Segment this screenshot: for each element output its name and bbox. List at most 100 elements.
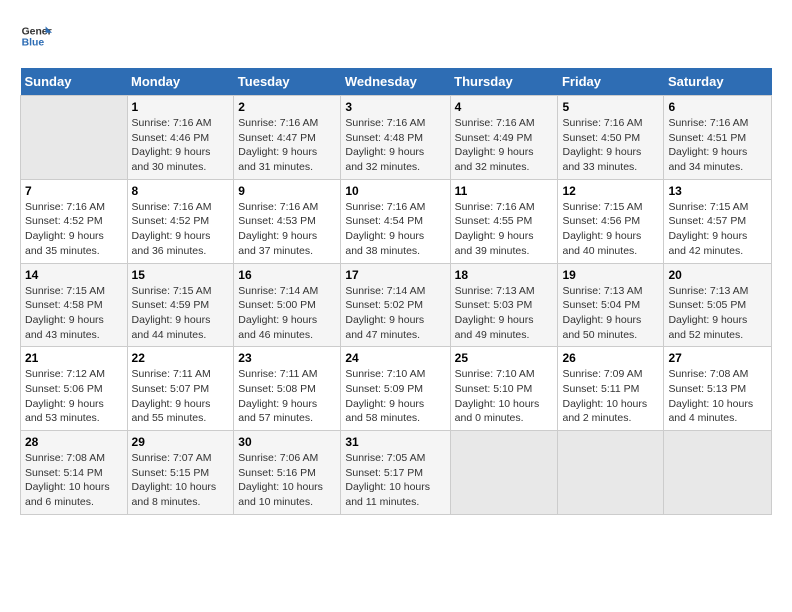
calendar-cell: 22 Sunrise: 7:11 AM Sunset: 5:07 PM Dayli… <box>127 347 234 431</box>
day-info: Sunrise: 7:12 AM Sunset: 5:06 PM Dayligh… <box>25 367 123 426</box>
svg-text:Blue: Blue <box>22 38 45 49</box>
calendar-cell <box>558 431 664 515</box>
day-number: 23 <box>238 351 336 365</box>
calendar-cell: 10 Sunrise: 7:16 AM Sunset: 4:54 PM Dayli… <box>341 179 450 263</box>
calendar-cell: 25 Sunrise: 7:10 AM Sunset: 5:10 PM Dayli… <box>450 347 558 431</box>
day-info: Sunrise: 7:16 AM Sunset: 4:46 PM Dayligh… <box>132 116 230 175</box>
calendar-cell: 28 Sunrise: 7:08 AM Sunset: 5:14 PM Dayli… <box>21 431 128 515</box>
calendar-week-row: 1 Sunrise: 7:16 AM Sunset: 4:46 PM Daylig… <box>21 96 772 180</box>
calendar-cell: 23 Sunrise: 7:11 AM Sunset: 5:08 PM Dayli… <box>234 347 341 431</box>
day-info: Sunrise: 7:08 AM Sunset: 5:14 PM Dayligh… <box>25 451 123 510</box>
calendar-week-row: 7 Sunrise: 7:16 AM Sunset: 4:52 PM Daylig… <box>21 179 772 263</box>
day-info: Sunrise: 7:08 AM Sunset: 5:13 PM Dayligh… <box>668 367 767 426</box>
calendar-cell: 7 Sunrise: 7:16 AM Sunset: 4:52 PM Daylig… <box>21 179 128 263</box>
day-info: Sunrise: 7:13 AM Sunset: 5:03 PM Dayligh… <box>455 284 554 343</box>
day-number: 14 <box>25 268 123 282</box>
day-info: Sunrise: 7:16 AM Sunset: 4:51 PM Dayligh… <box>668 116 767 175</box>
day-number: 19 <box>562 268 659 282</box>
calendar-cell: 17 Sunrise: 7:14 AM Sunset: 5:02 PM Dayli… <box>341 263 450 347</box>
day-number: 9 <box>238 184 336 198</box>
day-info: Sunrise: 7:15 AM Sunset: 4:59 PM Dayligh… <box>132 284 230 343</box>
calendar-cell: 19 Sunrise: 7:13 AM Sunset: 5:04 PM Dayli… <box>558 263 664 347</box>
calendar-cell: 5Sunrise: 7:16 AM Sunset: 4:50 PM Daylig… <box>558 96 664 180</box>
day-info: Sunrise: 7:15 AM Sunset: 4:57 PM Dayligh… <box>668 200 767 259</box>
day-number: 27 <box>668 351 767 365</box>
day-info: Sunrise: 7:16 AM Sunset: 4:49 PM Dayligh… <box>455 116 554 175</box>
day-info: Sunrise: 7:14 AM Sunset: 5:02 PM Dayligh… <box>345 284 445 343</box>
day-info: Sunrise: 7:16 AM Sunset: 4:55 PM Dayligh… <box>455 200 554 259</box>
calendar-cell: 30Sunrise: 7:06 AM Sunset: 5:16 PM Dayli… <box>234 431 341 515</box>
day-info: Sunrise: 7:16 AM Sunset: 4:53 PM Dayligh… <box>238 200 336 259</box>
day-number: 1 <box>132 100 230 114</box>
day-number: 2 <box>238 100 336 114</box>
day-number: 29 <box>132 435 230 449</box>
header-tuesday: Tuesday <box>234 68 341 96</box>
day-number: 8 <box>132 184 230 198</box>
calendar-cell: 16 Sunrise: 7:14 AM Sunset: 5:00 PM Dayli… <box>234 263 341 347</box>
calendar-cell <box>21 96 128 180</box>
day-info: Sunrise: 7:10 AM Sunset: 5:10 PM Dayligh… <box>455 367 554 426</box>
calendar-cell: 8 Sunrise: 7:16 AM Sunset: 4:52 PM Daylig… <box>127 179 234 263</box>
calendar-cell: 20Sunrise: 7:13 AM Sunset: 5:05 PM Dayli… <box>664 263 772 347</box>
day-number: 11 <box>455 184 554 198</box>
day-info: Sunrise: 7:14 AM Sunset: 5:00 PM Dayligh… <box>238 284 336 343</box>
header-saturday: Saturday <box>664 68 772 96</box>
calendar-cell: 13Sunrise: 7:15 AM Sunset: 4:57 PM Dayli… <box>664 179 772 263</box>
day-info: Sunrise: 7:11 AM Sunset: 5:08 PM Dayligh… <box>238 367 336 426</box>
header-friday: Friday <box>558 68 664 96</box>
header-wednesday: Wednesday <box>341 68 450 96</box>
day-number: 15 <box>132 268 230 282</box>
header-thursday: Thursday <box>450 68 558 96</box>
calendar-cell: 6Sunrise: 7:16 AM Sunset: 4:51 PM Daylig… <box>664 96 772 180</box>
header: General Blue <box>20 20 772 52</box>
calendar-week-row: 14 Sunrise: 7:15 AM Sunset: 4:58 PM Dayli… <box>21 263 772 347</box>
day-number: 10 <box>345 184 445 198</box>
day-info: Sunrise: 7:16 AM Sunset: 4:54 PM Dayligh… <box>345 200 445 259</box>
calendar-cell: 3 Sunrise: 7:16 AM Sunset: 4:48 PM Daylig… <box>341 96 450 180</box>
calendar-header-row: SundayMondayTuesdayWednesdayThursdayFrid… <box>21 68 772 96</box>
calendar-cell: 4 Sunrise: 7:16 AM Sunset: 4:49 PM Daylig… <box>450 96 558 180</box>
calendar-week-row: 21 Sunrise: 7:12 AM Sunset: 5:06 PM Dayli… <box>21 347 772 431</box>
calendar-cell <box>450 431 558 515</box>
day-info: Sunrise: 7:11 AM Sunset: 5:07 PM Dayligh… <box>132 367 230 426</box>
day-info: Sunrise: 7:16 AM Sunset: 4:48 PM Dayligh… <box>345 116 445 175</box>
logo: General Blue <box>20 20 52 52</box>
day-number: 31 <box>345 435 445 449</box>
day-info: Sunrise: 7:16 AM Sunset: 4:47 PM Dayligh… <box>238 116 336 175</box>
day-number: 21 <box>25 351 123 365</box>
day-number: 18 <box>455 268 554 282</box>
calendar-cell: 24 Sunrise: 7:10 AM Sunset: 5:09 PM Dayli… <box>341 347 450 431</box>
day-number: 3 <box>345 100 445 114</box>
day-number: 24 <box>345 351 445 365</box>
calendar-cell: 1 Sunrise: 7:16 AM Sunset: 4:46 PM Daylig… <box>127 96 234 180</box>
day-info: Sunrise: 7:07 AM Sunset: 5:15 PM Dayligh… <box>132 451 230 510</box>
header-sunday: Sunday <box>21 68 128 96</box>
day-number: 4 <box>455 100 554 114</box>
day-number: 22 <box>132 351 230 365</box>
day-info: Sunrise: 7:10 AM Sunset: 5:09 PM Dayligh… <box>345 367 445 426</box>
day-number: 7 <box>25 184 123 198</box>
calendar-table: SundayMondayTuesdayWednesdayThursdayFrid… <box>20 68 772 515</box>
day-info: Sunrise: 7:16 AM Sunset: 4:52 PM Dayligh… <box>132 200 230 259</box>
day-info: Sunrise: 7:16 AM Sunset: 4:50 PM Dayligh… <box>562 116 659 175</box>
day-number: 28 <box>25 435 123 449</box>
day-number: 25 <box>455 351 554 365</box>
day-info: Sunrise: 7:15 AM Sunset: 4:56 PM Dayligh… <box>562 200 659 259</box>
day-number: 16 <box>238 268 336 282</box>
calendar-cell: 21 Sunrise: 7:12 AM Sunset: 5:06 PM Dayli… <box>21 347 128 431</box>
day-info: Sunrise: 7:15 AM Sunset: 4:58 PM Dayligh… <box>25 284 123 343</box>
day-info: Sunrise: 7:09 AM Sunset: 5:11 PM Dayligh… <box>562 367 659 426</box>
day-number: 17 <box>345 268 445 282</box>
day-info: Sunrise: 7:13 AM Sunset: 5:04 PM Dayligh… <box>562 284 659 343</box>
calendar-cell: 31Sunrise: 7:05 AM Sunset: 5:17 PM Dayli… <box>341 431 450 515</box>
day-info: Sunrise: 7:16 AM Sunset: 4:52 PM Dayligh… <box>25 200 123 259</box>
calendar-cell: 11 Sunrise: 7:16 AM Sunset: 4:55 PM Dayli… <box>450 179 558 263</box>
calendar-cell: 9 Sunrise: 7:16 AM Sunset: 4:53 PM Daylig… <box>234 179 341 263</box>
calendar-week-row: 28 Sunrise: 7:08 AM Sunset: 5:14 PM Dayli… <box>21 431 772 515</box>
day-number: 12 <box>562 184 659 198</box>
header-monday: Monday <box>127 68 234 96</box>
calendar-cell: 12 Sunrise: 7:15 AM Sunset: 4:56 PM Dayli… <box>558 179 664 263</box>
calendar-cell: 15 Sunrise: 7:15 AM Sunset: 4:59 PM Dayli… <box>127 263 234 347</box>
calendar-cell: 26Sunrise: 7:09 AM Sunset: 5:11 PM Dayli… <box>558 347 664 431</box>
day-number: 20 <box>668 268 767 282</box>
